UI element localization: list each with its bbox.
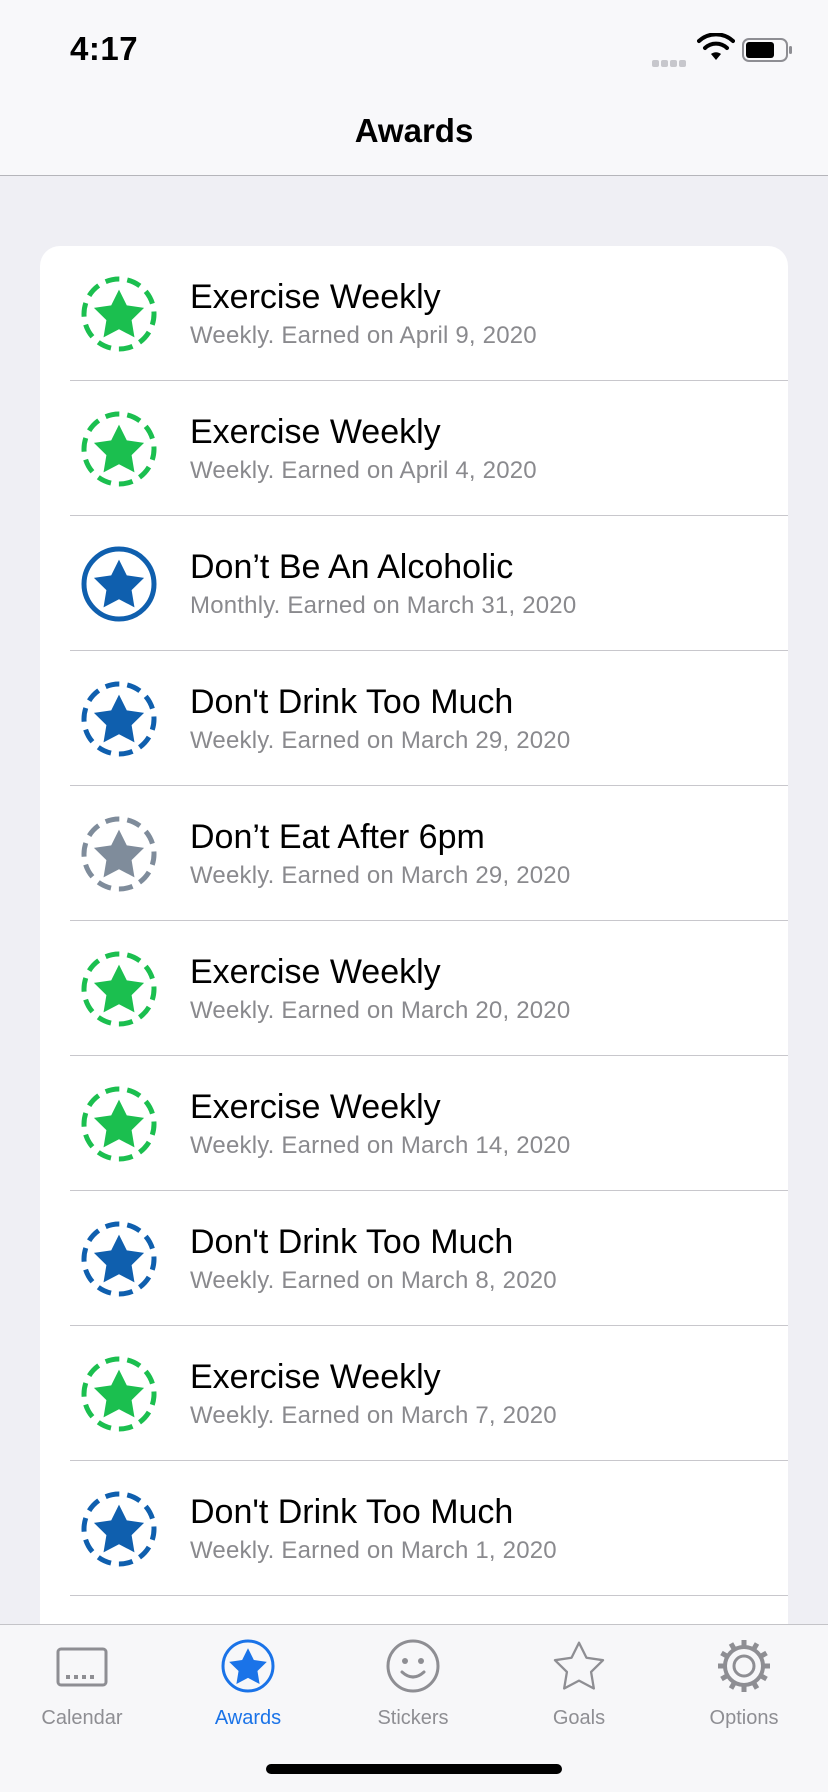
tab-stickers[interactable]: Stickers — [330, 1625, 496, 1735]
green-dashed-star-icon — [78, 1083, 160, 1165]
awards-screen: 4:17 Awards Exercise Weekly Weekly. Earne… — [0, 0, 828, 1792]
award-title: Exercise Weekly — [190, 278, 441, 316]
tab-label: Options — [709, 1707, 779, 1729]
navigation-bar: Awards — [0, 96, 828, 176]
gray-dashed-star-icon — [78, 813, 160, 895]
tab-label: Goals — [552, 1707, 606, 1729]
award-subtitle: Weekly. Earned on March 7, 2020 — [190, 1402, 557, 1429]
award-subtitle: Weekly. Earned on March 20, 2020 — [190, 997, 571, 1024]
award-title: Don't Drink Too Much — [190, 1223, 514, 1261]
star-outline-icon — [550, 1637, 608, 1695]
green-dashed-star-icon — [78, 948, 160, 1030]
status-bar: 4:17 — [0, 0, 828, 96]
award-title: Exercise Weekly — [190, 953, 441, 991]
award-row[interactable]: Exercise Weekly Weekly. Earned on April 4… — [40, 381, 788, 516]
award-title: Don’t Be An Alcoholic — [190, 548, 514, 586]
blue-dashed-star-icon — [78, 1488, 160, 1570]
award-subtitle: Weekly. Earned on March 8, 2020 — [190, 1267, 557, 1294]
award-row[interactable]: Exercise Weekly Weekly. Earned on March 7… — [40, 1326, 788, 1461]
award-row[interactable]: Don’t Be An Alcoholic Monthly. Earned on … — [40, 516, 788, 651]
wifi-icon — [697, 33, 735, 60]
tab-label: Stickers — [377, 1707, 449, 1729]
award-subtitle: Weekly. Earned on March 29, 2020 — [190, 862, 571, 889]
status-time: 4:17 — [70, 30, 139, 67]
award-subtitle: Weekly. Earned on April 4, 2020 — [190, 457, 537, 484]
tab-goals[interactable]: Goals — [496, 1625, 662, 1735]
award-title: Don’t Eat After 6pm — [190, 818, 485, 856]
award-title: Exercise Weekly — [190, 1358, 441, 1396]
award-row[interactable]: Don't Drink Too Much Weekly. Earned on Ma… — [40, 1461, 788, 1596]
blue-dashed-star-icon — [78, 1218, 160, 1300]
award-row[interactable]: Exercise Weekly Weekly. Earned on April 9… — [40, 246, 788, 381]
tab-options[interactable]: Options — [661, 1625, 827, 1735]
cellular-signal-icon — [652, 54, 692, 67]
award-row[interactable]: Don’t Eat After 6pm Weekly. Earned on Mar… — [40, 786, 788, 921]
award-title: Don't Drink Too Much — [190, 1493, 514, 1531]
battery-icon — [742, 38, 792, 62]
tab-calendar[interactable]: Calendar — [0, 1625, 165, 1735]
blue-solid-star-icon — [78, 543, 160, 625]
award-row[interactable]: Exercise Weekly Weekly. Earned on March 2… — [40, 921, 788, 1056]
smiley-icon — [384, 1637, 442, 1695]
calendar-icon — [53, 1637, 111, 1695]
award-row[interactable]: Don't Drink Too Much Weekly. Earned on Ma… — [40, 1191, 788, 1326]
award-subtitle: Weekly. Earned on April 9, 2020 — [190, 322, 537, 349]
green-dashed-star-icon — [78, 273, 160, 355]
award-title: Exercise Weekly — [190, 1088, 441, 1126]
green-dashed-star-icon — [78, 408, 160, 490]
tab-label: Awards — [214, 1707, 282, 1729]
green-dashed-star-icon — [78, 1353, 160, 1435]
blue-dashed-star-icon — [78, 678, 160, 760]
tab-label: Calendar — [41, 1707, 123, 1729]
award-subtitle: Weekly. Earned on March 1, 2020 — [190, 1537, 557, 1564]
award-subtitle: Weekly. Earned on March 14, 2020 — [190, 1132, 571, 1159]
tab-awards[interactable]: Awards — [165, 1625, 331, 1735]
star-circle-icon — [219, 1637, 277, 1695]
award-row[interactable]: Exercise Weekly Weekly. Earned on March 1… — [40, 1056, 788, 1191]
award-subtitle: Weekly. Earned on March 29, 2020 — [190, 727, 571, 754]
awards-list: Exercise Weekly Weekly. Earned on April 9… — [40, 246, 788, 1646]
page-title: Awards — [354, 112, 474, 149]
award-title: Exercise Weekly — [190, 413, 441, 451]
award-title: Don't Drink Too Much — [190, 683, 514, 721]
award-subtitle: Monthly. Earned on March 31, 2020 — [190, 592, 577, 619]
gear-icon — [715, 1637, 773, 1695]
award-row[interactable]: Don't Drink Too Much Weekly. Earned on Ma… — [40, 651, 788, 786]
home-indicator — [266, 1764, 562, 1774]
